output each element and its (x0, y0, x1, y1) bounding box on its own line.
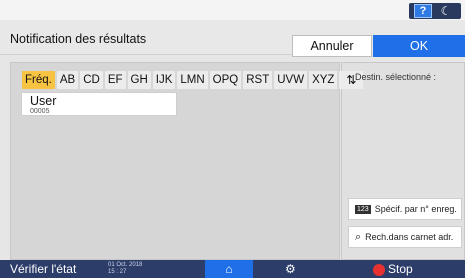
number-badge: 123 (355, 204, 371, 214)
list-item-name: User (30, 94, 57, 108)
tab-gh[interactable]: GH (127, 71, 151, 89)
stop-icon[interactable] (373, 264, 385, 276)
date-time: 01 Oct. 2018 15 : 27 (108, 262, 142, 276)
system-bar: ? ☾ (0, 0, 465, 20)
help-button[interactable]: ? (414, 4, 432, 18)
cancel-button[interactable]: Annuler (292, 35, 372, 57)
tab-ijk[interactable]: IJK (152, 71, 176, 89)
tab-xyz[interactable]: XYZ (309, 71, 338, 89)
list-item[interactable]: User 00005 (21, 92, 177, 116)
selected-destination-label: Destin. sélectionné : (355, 72, 437, 82)
ok-button[interactable]: OK (373, 35, 465, 57)
tab-rst[interactable]: RST (243, 71, 273, 89)
tab-lmn[interactable]: LMN (177, 71, 208, 89)
specify-by-number-label: Spécif. par n° enreg. (374, 204, 457, 214)
time-text: 15 : 27 (108, 269, 127, 275)
home-icon[interactable]: ⌂ (205, 260, 253, 278)
tab-ef[interactable]: EF (104, 71, 126, 89)
page-title: Notification des résultats (10, 32, 147, 46)
specify-by-number-button[interactable]: 123 Spécif. par n° enreg. (348, 198, 462, 220)
gear-icon[interactable]: ⚙ (285, 262, 296, 276)
tab-cd[interactable]: CD (80, 71, 103, 89)
search-address-book-label: Rech.dans carnet adr. (365, 232, 454, 242)
moon-icon[interactable]: ☾ (436, 4, 456, 18)
date-text: 01 Oct. 2018 (108, 262, 143, 268)
index-tabs: Fréq. AB CD EF GH IJK LMN OPQ RST UVW XY… (22, 71, 364, 89)
list-item-number: 00005 (30, 108, 50, 115)
tab-uvw[interactable]: UVW (274, 71, 308, 89)
search-address-book-button[interactable]: ⌕ Rech.dans carnet adr. (348, 226, 462, 248)
tab-ab[interactable]: AB (56, 71, 79, 89)
system-buttons: ? ☾ (409, 3, 461, 19)
tab-opq[interactable]: OPQ (209, 71, 242, 89)
check-status-button[interactable]: Vérifier l'état (10, 262, 76, 276)
tab-freq[interactable]: Fréq. (22, 71, 55, 89)
search-icon: ⌕ (355, 230, 362, 243)
stop-button[interactable]: Stop (388, 262, 413, 276)
